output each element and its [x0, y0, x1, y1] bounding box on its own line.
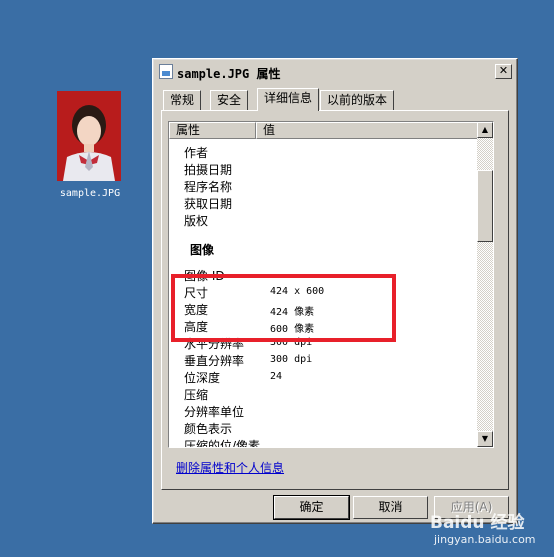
list-item-name[interactable]: 分辨率单位 [184, 403, 244, 420]
scrollbar-thumb[interactable] [477, 170, 493, 242]
list-item-name[interactable]: 位深度 [184, 369, 220, 386]
title-bar[interactable]: sample.JPG 属性 ✕ [156, 62, 514, 82]
list-item-name[interactable]: 程序名称 [184, 178, 232, 195]
list-item-name[interactable]: 作者 [184, 144, 208, 161]
arrow-up-icon: ▲ [481, 125, 489, 134]
file-name-label[interactable]: sample.JPG [40, 188, 140, 199]
list-item-name[interactable]: 垂直分辨率 [184, 352, 244, 369]
list-item-name[interactable]: 拍摄日期 [184, 161, 232, 178]
tab-general[interactable]: 常规 [163, 90, 202, 110]
scroll-up-button[interactable]: ▲ [477, 122, 493, 138]
list-item-name[interactable]: 压缩 [184, 386, 208, 403]
red-highlight-box [171, 274, 396, 342]
arrow-down-icon: ▼ [481, 434, 489, 443]
column-header-property[interactable]: 属性 [169, 122, 256, 139]
tab-previous-versions[interactable]: 以前的版本 [320, 90, 395, 110]
close-button[interactable]: ✕ [495, 64, 512, 79]
scroll-down-button[interactable]: ▼ [477, 431, 493, 447]
close-icon: ✕ [498, 64, 509, 77]
list-item-value: 300 dpi [270, 354, 313, 365]
vertical-scrollbar[interactable]: ▲ ▼ [477, 122, 493, 447]
portrait-thumbnail-image [57, 91, 121, 181]
dialog-title: sample.JPG 属性 [177, 67, 281, 81]
ok-button[interactable]: 确定 [273, 495, 350, 520]
tab-details[interactable]: 详细信息 [257, 88, 320, 111]
list-item-name[interactable]: 颜色表示 [184, 420, 232, 437]
section-heading-image: 图像 [190, 243, 215, 257]
list-item-name[interactable]: 版权 [184, 212, 208, 229]
watermark-url: jingyan.baidu.com [434, 533, 536, 546]
tab-security[interactable]: 安全 [210, 90, 249, 110]
file-thumbnail[interactable] [57, 91, 121, 181]
list-item-value: 24 [270, 371, 283, 382]
remove-properties-link[interactable]: 删除属性和个人信息 [176, 459, 284, 476]
list-item-name[interactable]: 获取日期 [184, 195, 232, 212]
image-file-icon [159, 64, 173, 79]
baidu-watermark: Baidu 经验 jingyan.baidu.com [430, 508, 554, 556]
list-item-name[interactable]: 压缩的位/像素 [184, 437, 260, 447]
watermark-brand: Baidu 经验 [430, 513, 525, 533]
column-header-value[interactable]: 值 [256, 122, 479, 139]
cancel-button[interactable]: 取消 [353, 496, 428, 519]
